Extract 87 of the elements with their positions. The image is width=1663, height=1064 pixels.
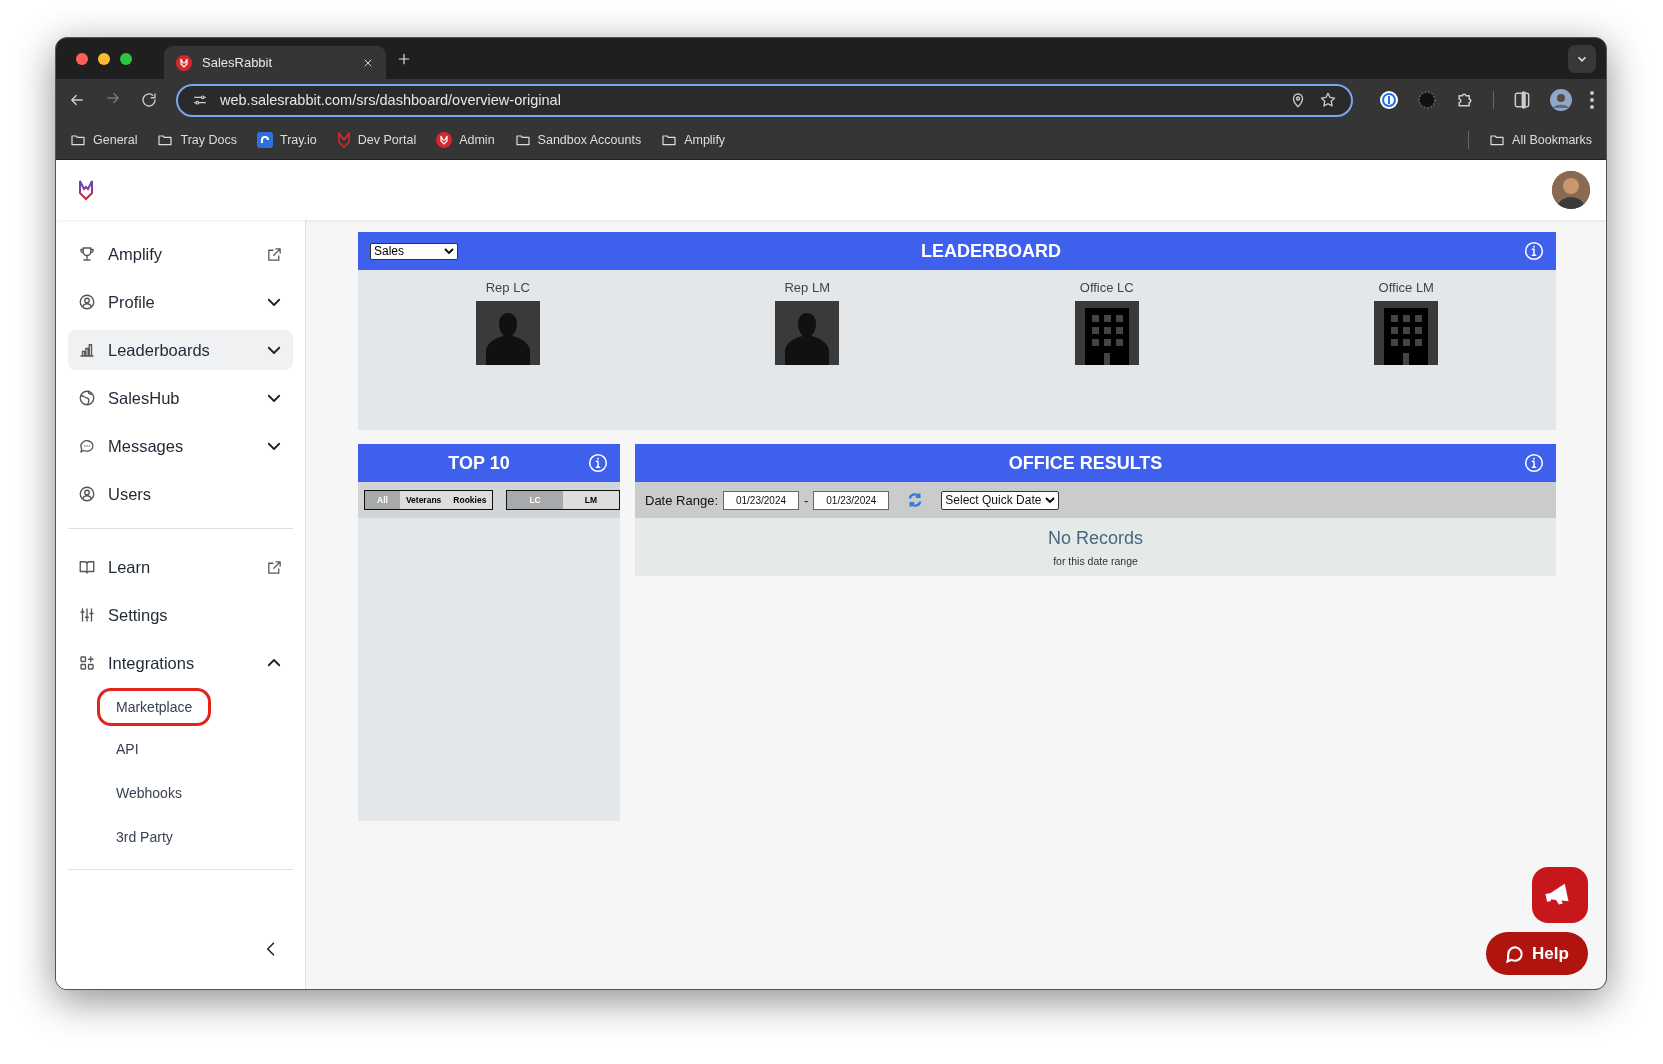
leader-label: Rep LC	[485, 280, 530, 295]
filter-toggle[interactable]: Rookies	[447, 491, 493, 509]
sidebar-item[interactable]: Amplify	[68, 234, 293, 274]
chat-bubble-icon	[1505, 943, 1526, 964]
tab-search-button[interactable]	[1568, 44, 1596, 73]
book-icon	[78, 558, 96, 576]
more-menu-icon	[1590, 91, 1594, 109]
bookmark[interactable]: Admin	[436, 132, 495, 148]
folder-icon	[514, 132, 531, 148]
link-icon	[257, 132, 273, 148]
sidebar-subitem[interactable]: API	[116, 737, 139, 761]
panel-title: OFFICE RESULTS	[1007, 452, 1164, 474]
empty-subtitle: for this date range	[1053, 554, 1138, 567]
end-date-field[interactable]: 01/23/2024	[813, 490, 890, 510]
rabbit-icon	[336, 132, 351, 148]
folder-icon	[661, 132, 678, 148]
sidebar-item[interactable]: Leaderboards	[68, 330, 293, 370]
info-icon[interactable]	[1524, 241, 1544, 261]
person-silhouette-icon	[775, 301, 840, 365]
sidebar-item[interactable]: Messages	[68, 426, 293, 466]
side-panel-icon	[1512, 90, 1532, 110]
sidebar-item[interactable]: Integrations	[68, 643, 293, 683]
password-manager-icon[interactable]	[1379, 90, 1399, 110]
info-icon[interactable]	[1524, 453, 1544, 473]
date-separator: -	[804, 492, 809, 508]
zoom-window-button[interactable]	[120, 52, 132, 65]
type-dropdown[interactable]: Sales	[370, 242, 458, 260]
filter-toggle[interactable]: Veterans	[399, 491, 448, 509]
external-link-icon	[266, 558, 283, 576]
sidebar-item[interactable]: Users	[68, 474, 293, 514]
all-bookmarks[interactable]: All Bookmarks	[1489, 132, 1592, 148]
apps-icon	[78, 654, 96, 672]
empty-title: No Records	[1047, 527, 1143, 549]
folder-icon	[70, 132, 86, 148]
folder-icon	[157, 132, 174, 148]
leader-label: Office LM	[1378, 280, 1434, 295]
external-link-icon	[266, 245, 283, 263]
bookmark[interactable]: Tray.io	[257, 132, 317, 148]
user-icon	[78, 293, 96, 311]
sidebar-item[interactable]: Settings	[68, 595, 293, 635]
star-icon	[1319, 91, 1337, 109]
user-avatar[interactable]	[1552, 171, 1590, 209]
close-window-button[interactable]	[76, 52, 88, 65]
caret-icon	[444, 247, 454, 255]
building-icon	[1374, 301, 1439, 365]
reload-icon	[140, 91, 158, 109]
bookmark[interactable]: Dev Portal	[336, 132, 417, 148]
leader-label: Rep LM	[784, 280, 830, 295]
panel-title: TOP 10	[447, 452, 511, 474]
profile-avatar[interactable]	[1550, 89, 1572, 111]
sidebar-subitem[interactable]: Webhooks	[116, 781, 182, 805]
person-silhouette-icon	[475, 301, 540, 365]
folder-icon	[1489, 132, 1506, 148]
quick-date-dropdown[interactable]: Select Quick Date	[941, 490, 1060, 510]
caret-icon	[1045, 496, 1056, 504]
bookmark[interactable]: General	[70, 132, 138, 148]
sidebar-item[interactable]: Profile	[68, 282, 293, 322]
sidebar-subitem[interactable]: Marketplace	[97, 688, 212, 726]
user-icon	[78, 485, 96, 503]
sidebar-subitem[interactable]: 3rd Party	[116, 825, 173, 849]
address-bar[interactable]: web.salesrabbit.com/srs/dashboard/overview-original	[176, 83, 1353, 117]
globe-icon	[78, 389, 96, 407]
rabbit-icon	[176, 54, 192, 71]
start-date-field[interactable]: 01/23/2024	[723, 490, 799, 510]
site-settings-icon	[192, 92, 208, 108]
date-range-label: Date Range:	[645, 492, 718, 508]
minimize-window-button[interactable]	[98, 52, 110, 65]
sidebar-item[interactable]: SalesHub	[68, 378, 293, 418]
building-icon	[1074, 301, 1139, 365]
bar-chart-icon	[78, 341, 96, 359]
help-button[interactable]: Help	[1486, 932, 1588, 975]
bookmark[interactable]: Tray Docs	[157, 132, 237, 148]
trophy-icon	[78, 245, 96, 263]
info-icon[interactable]	[588, 453, 608, 473]
logo-icon[interactable]	[78, 179, 94, 201]
sidebar-item[interactable]: Learn	[68, 547, 293, 587]
bookmark[interactable]: Sandbox Accounts	[514, 132, 642, 148]
browser-tab[interactable]: SalesRabbit	[164, 46, 386, 79]
chat-icon	[78, 437, 96, 455]
rabbit-icon	[436, 132, 453, 148]
filter-toggle[interactable]: LM	[562, 491, 620, 509]
bookmark[interactable]: Amplify	[661, 132, 726, 148]
announcements-button[interactable]	[1532, 867, 1588, 923]
extension-icon[interactable]	[1417, 90, 1437, 110]
sliders-icon	[78, 606, 96, 624]
panel-title: LEADERBOARD	[920, 240, 1062, 262]
leader-label: Office LC	[1079, 280, 1134, 295]
